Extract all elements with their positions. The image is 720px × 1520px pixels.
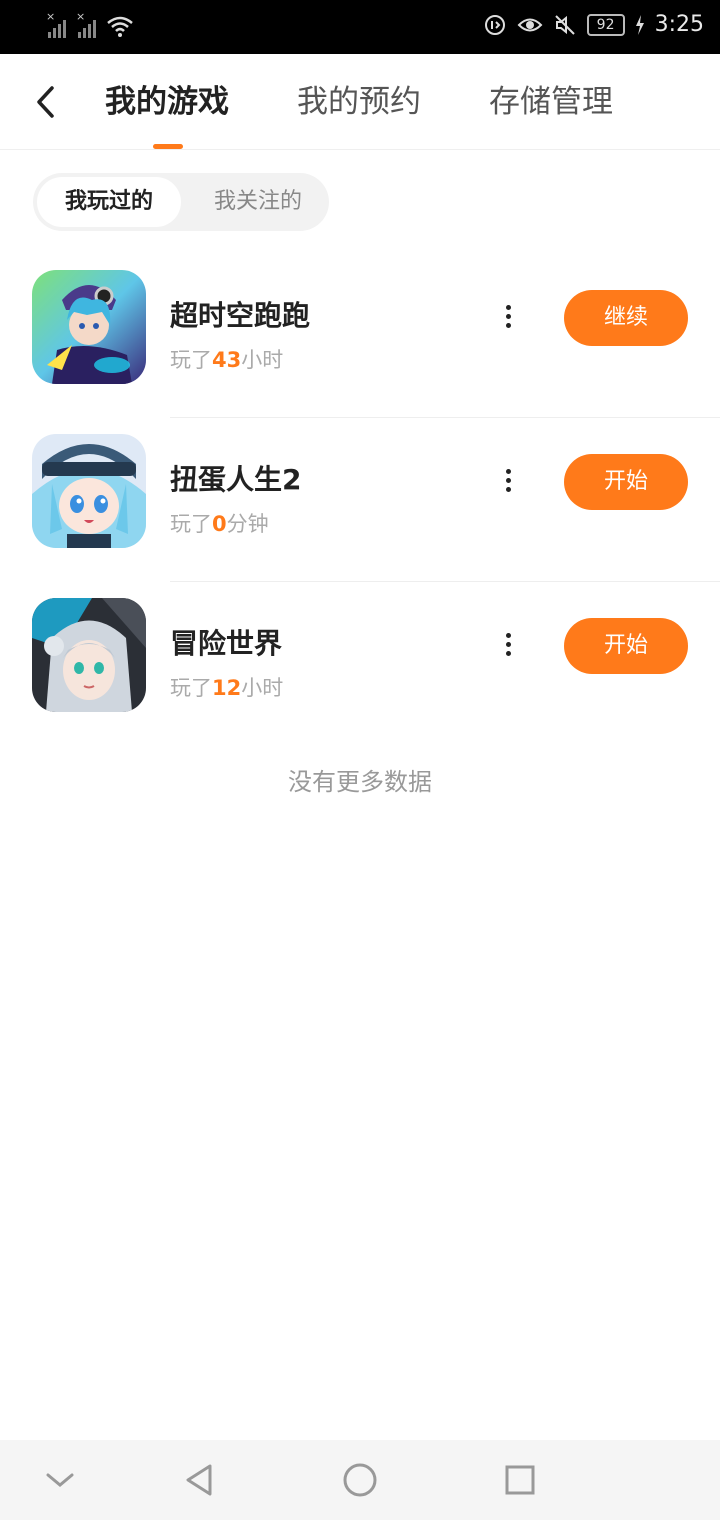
eye-comfort-icon: [517, 18, 543, 31]
back-triangle-icon[interactable]: [180, 1460, 220, 1500]
play-time-prefix: 玩了: [170, 348, 212, 372]
more-options-icon[interactable]: [494, 626, 522, 662]
tab-my-games[interactable]: 我的游戏: [105, 82, 229, 122]
status-right: 92 3:25: [483, 12, 704, 37]
collapse-down-icon[interactable]: [40, 1460, 80, 1500]
play-time-value: 12: [212, 676, 242, 700]
play-time-prefix: 玩了: [170, 512, 212, 536]
play-time: 玩了0分钟: [170, 508, 269, 538]
active-tab-indicator: [153, 144, 183, 149]
header: 我的游戏 我的预约 存储管理: [0, 54, 720, 150]
more-options-icon[interactable]: [494, 462, 522, 498]
recents-square-icon[interactable]: [500, 1460, 540, 1500]
play-time: 玩了43小时: [170, 344, 283, 374]
game-title[interactable]: 扭蛋人生2: [170, 458, 301, 498]
battery-icon: 92: [586, 13, 625, 36]
system-nav-bar: [0, 1440, 720, 1520]
charging-icon: [635, 14, 644, 35]
data-saver-icon: [484, 14, 505, 35]
game-icon[interactable]: [32, 434, 146, 548]
signal-2-icon: ×: [76, 11, 100, 38]
continue-button[interactable]: 继续: [564, 290, 688, 346]
game-row[interactable]: 冒险世界 玩了12小时 开始: [0, 582, 720, 746]
game-title[interactable]: 超时空跑跑: [170, 294, 310, 334]
segment-played[interactable]: 我玩过的: [37, 177, 181, 227]
clock: 3:25: [654, 12, 704, 37]
play-time-unit: 小时: [241, 676, 284, 700]
more-options-icon[interactable]: [494, 298, 522, 334]
play-time-unit: 分钟: [226, 512, 269, 536]
back-arrow-icon[interactable]: [28, 82, 68, 122]
wifi-icon: [107, 16, 133, 37]
game-icon[interactable]: [32, 270, 146, 384]
game-icon[interactable]: [32, 598, 146, 712]
play-time-value: 0: [212, 512, 227, 536]
no-more-data-text: 没有更多数据: [288, 768, 432, 796]
segment-followed[interactable]: 我关注的: [193, 177, 323, 227]
start-button[interactable]: 开始: [564, 618, 688, 674]
filter-segment: 我玩过的 我关注的: [33, 173, 329, 231]
game-row[interactable]: 扭蛋人生2 玩了0分钟 开始: [0, 418, 720, 582]
status-left: × ×: [46, 11, 134, 38]
play-time-prefix: 玩了: [170, 676, 212, 700]
game-title[interactable]: 冒险世界: [170, 622, 282, 662]
signal-1-icon: ×: [46, 11, 70, 38]
game-row[interactable]: 超时空跑跑 玩了43小时 继续: [0, 254, 720, 418]
start-button[interactable]: 开始: [564, 454, 688, 510]
play-time-unit: 小时: [241, 348, 284, 372]
home-circle-icon[interactable]: [340, 1460, 380, 1500]
tab-my-reservations[interactable]: 我的预约: [297, 82, 421, 122]
play-time-value: 43: [212, 348, 242, 372]
play-time: 玩了12小时: [170, 672, 283, 702]
status-bar: × × 92 3:25: [0, 0, 720, 54]
tab-storage-management[interactable]: 存储管理: [489, 82, 613, 122]
mute-icon: [554, 14, 575, 35]
